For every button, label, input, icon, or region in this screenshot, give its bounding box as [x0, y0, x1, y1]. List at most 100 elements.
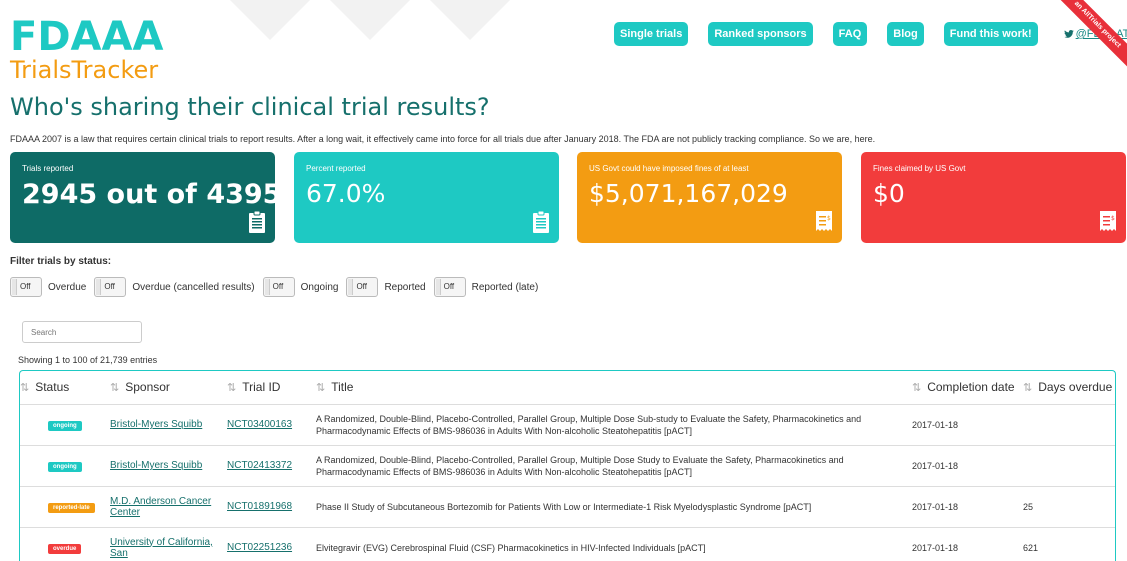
alltrials-ribbon[interactable]: an AllTrials project — [1047, 0, 1127, 80]
background-shape — [430, 0, 510, 40]
trial-id-link[interactable]: NCT01891968 — [227, 486, 316, 528]
toggle-state: Off — [272, 282, 284, 291]
completion-date: 2017-01-18 — [912, 486, 1023, 528]
trial-id-link[interactable]: NCT02251236 — [227, 527, 316, 561]
search-input[interactable] — [22, 321, 142, 343]
intro-text: FDAAA 2007 is a law that requires certai… — [10, 134, 876, 144]
trial-title: Elvitegravir (EVG) Cerebrospinal Fluid (… — [316, 527, 912, 561]
status-badge: reported-late — [48, 502, 95, 513]
toggle-state: Off — [104, 282, 115, 291]
days-overdue: 25 — [1023, 486, 1115, 528]
background-shape — [230, 0, 310, 40]
toggle-reported-late[interactable]: Off — [433, 277, 466, 297]
sponsor-link[interactable]: M.D. Anderson Cancer Center — [110, 486, 227, 528]
filter-title: Filter trials by status: — [10, 256, 112, 267]
invoice-icon: $ — [1100, 211, 1116, 231]
svg-text:$: $ — [827, 215, 831, 222]
entries-info: Showing 1 to 100 of 21,739 entries — [18, 355, 158, 365]
days-overdue: 621 — [1023, 527, 1115, 561]
days-overdue — [1023, 404, 1115, 446]
column-header-title[interactable]: ⇅ Title — [316, 371, 912, 405]
sponsor-link[interactable]: University of California, San — [110, 527, 227, 561]
status-cell: overdue — [20, 527, 110, 561]
nav-ranked-sponsors[interactable]: Ranked sponsors — [708, 22, 813, 46]
filter-label-reported: Reported — [384, 281, 426, 293]
toggle-overdue[interactable]: Off — [10, 277, 42, 297]
nav-single-trials[interactable]: Single trials — [614, 22, 689, 46]
logo-trialstracker: TrialsTracker — [10, 56, 159, 84]
column-header-days-overdue[interactable]: ⇅ Days overdue — [1023, 371, 1115, 405]
card-value: $0 — [873, 179, 905, 208]
status-badge: ongoing — [48, 461, 82, 472]
toggle-state: Off — [20, 282, 31, 291]
trials-table: ⇅ Status ⇅ Sponsor ⇅ Trial ID ⇅ Title ⇅ Compl… — [19, 370, 1116, 561]
toggle-ongoing[interactable]: Off — [262, 277, 295, 297]
column-label: Title — [331, 380, 354, 395]
trial-id-link[interactable]: NCT03400163 — [227, 404, 316, 446]
toggle-knob — [12, 279, 17, 295]
toggle-knob — [264, 279, 270, 295]
clipboard-icon — [533, 211, 549, 233]
ribbon-text: an AllTrials project — [1048, 0, 1127, 74]
status-filters: Off Overdue Off Overdue (cancelled resul… — [10, 277, 546, 297]
trial-title: Phase II Study of Subcutaneous Bortezomi… — [316, 486, 912, 528]
card-trials-reported: Trials reported 2945 out of 4395 — [10, 152, 275, 243]
column-label: Days overdue — [1038, 380, 1113, 395]
sponsor-link[interactable]: Bristol-Myers Squibb — [110, 404, 227, 446]
toggle-reported[interactable]: Off — [346, 277, 379, 297]
card-value: $5,071,167,029 — [589, 179, 788, 208]
status-badge: ongoing — [48, 420, 82, 431]
trial-title: A Randomized, Double-Blind, Placebo-Cont… — [316, 404, 912, 446]
sort-icon: ⇅ — [316, 382, 326, 395]
sort-icon: ⇅ — [110, 382, 120, 395]
toggle-state: Off — [443, 282, 455, 291]
status-cell: ongoing — [20, 404, 110, 446]
background-shape — [330, 0, 410, 40]
column-label: Status — [35, 380, 70, 395]
nav-faq[interactable]: FAQ — [832, 22, 868, 46]
completion-date: 2017-01-18 — [912, 527, 1023, 561]
toggle-overdue-cancelled[interactable]: Off — [94, 277, 127, 297]
toggle-state: Off — [356, 282, 367, 291]
completion-date: 2017-01-18 — [912, 404, 1023, 446]
logo-fdaaa: FDAAA — [10, 14, 164, 60]
nav-blog[interactable]: Blog — [887, 22, 924, 46]
trial-id-link[interactable]: NCT02413372 — [227, 445, 316, 487]
sponsor-link[interactable]: Bristol-Myers Squibb — [110, 445, 227, 487]
card-fines-possible: US Govt could have imposed fines of at l… — [577, 152, 842, 243]
column-header-sponsor[interactable]: ⇅ Sponsor — [110, 371, 227, 405]
filter-label-overdue: Overdue — [48, 281, 87, 293]
card-label: Fines claimed by US Govt — [873, 164, 966, 173]
filter-label-overdue-cancelled: Overdue (cancelled results) — [132, 281, 255, 293]
status-cell: reported-late — [20, 486, 110, 528]
table-row: reported-late M.D. Anderson Cancer Cente… — [20, 486, 1115, 528]
toggle-knob — [96, 279, 102, 295]
filter-label-reported-late: Reported (late) — [471, 281, 539, 293]
card-fines-claimed: Fines claimed by US Govt $0 $ — [861, 152, 1126, 243]
nav-fund[interactable]: Fund this work! — [943, 22, 1038, 46]
table-row: ongoing Bristol-Myers Squibb NCT02413372… — [20, 445, 1115, 487]
column-header-completion-date[interactable]: ⇅ Completion date — [912, 371, 1023, 405]
table-row: ongoing Bristol-Myers Squibb NCT03400163… — [20, 404, 1115, 446]
column-header-trial-id[interactable]: ⇅ Trial ID — [227, 371, 316, 405]
card-label: Trials reported — [22, 164, 74, 173]
sort-icon: ⇅ — [912, 382, 922, 395]
completion-date: 2017-01-18 — [912, 445, 1023, 487]
sort-icon: ⇅ — [20, 382, 30, 395]
invoice-icon: $ — [816, 211, 832, 231]
sort-icon: ⇅ — [1023, 382, 1033, 395]
clipboard-icon — [249, 211, 265, 233]
column-header-status[interactable]: ⇅ Status — [20, 371, 110, 405]
card-value: 67.0% — [306, 179, 386, 208]
page-title: Who's sharing their clinical trial resul… — [10, 93, 490, 121]
status-badge: overdue — [48, 543, 82, 554]
column-label: Trial ID — [242, 380, 281, 395]
site-logo[interactable]: FDAAA TrialsTracker — [10, 14, 164, 84]
trial-title: A Randomized, Double-Blind, Placebo-Cont… — [316, 445, 912, 487]
table-row: overdue University of California, San NC… — [20, 527, 1115, 561]
card-percent-reported: Percent reported 67.0% — [294, 152, 559, 243]
status-cell: ongoing — [20, 445, 110, 487]
svg-text:$: $ — [1111, 215, 1115, 222]
toggle-knob — [348, 279, 354, 295]
table-header-row: ⇅ Status ⇅ Sponsor ⇅ Trial ID ⇅ Title ⇅ Compl… — [20, 371, 1115, 405]
